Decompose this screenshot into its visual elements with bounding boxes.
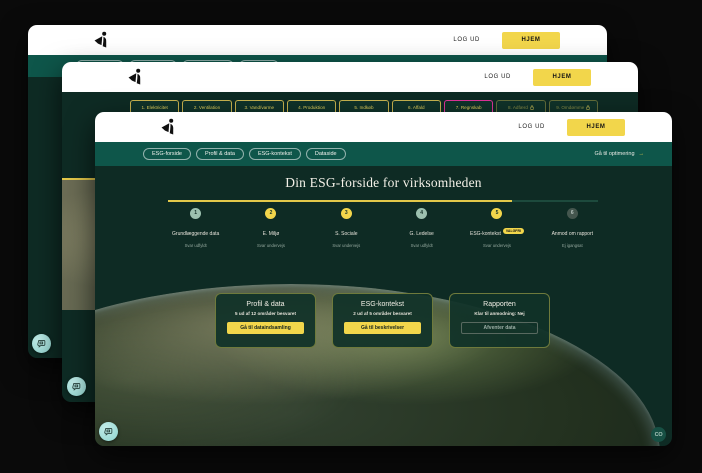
nav-pill-profil-data[interactable]: Profil & data <box>196 148 244 160</box>
stepper-step-6[interactable]: 6 Anmod om rapport Ej igangsat <box>535 208 610 248</box>
step-label: E. Miljø <box>263 231 280 237</box>
home-button[interactable]: HJEM <box>502 32 560 49</box>
chat-button[interactable] <box>99 422 118 441</box>
chat-button[interactable] <box>67 377 86 396</box>
app-header: LOG UD HJEM <box>95 112 672 142</box>
nav-pill-esg-forside[interactable]: ESG-forside <box>143 148 191 160</box>
card-profil-data: Profil & data 5 ud af 12 områder besvare… <box>215 293 316 348</box>
esg-stepper: 1 Grundlæggende data Svar udfyldt 2 E. M… <box>158 208 610 248</box>
step-status: Svar undervejs <box>233 243 308 248</box>
card-title: ESG-kontekst <box>333 301 432 308</box>
go-to-descriptions-button[interactable]: Gå til beskrivelser <box>344 322 421 334</box>
step-number-badge: 6 <box>567 208 578 219</box>
optimization-label: Gå til optimering <box>594 151 634 157</box>
progress-track <box>168 200 598 202</box>
step-number-badge: 2 <box>265 208 276 219</box>
chat-bubble-icon <box>104 427 113 436</box>
stepper-step-4[interactable]: 4 G. Ledelse Svar udfyldt <box>384 208 459 248</box>
chat-bubble-icon <box>72 382 81 391</box>
card-subtitle: 2 ud af 5 områder besvaret <box>333 311 432 316</box>
tab-label: 8. Adfærd <box>508 105 528 110</box>
lock-icon <box>586 105 590 110</box>
tab-label: 9. Omdømme <box>556 105 584 110</box>
step-number-badge: 5 <box>491 208 502 219</box>
optional-badge: VALGFRI <box>503 228 524 234</box>
brand-logo-icon <box>93 31 110 50</box>
esg-forside-content: Din ESG-forside for virksomheden 1 Grund… <box>95 166 672 446</box>
status-cards: Profil & data 5 ud af 12 områder besvare… <box>215 293 550 348</box>
page-title: Din ESG-forside for virksomheden <box>95 175 672 191</box>
card-subtitle: 5 ud af 12 områder besvaret <box>216 311 315 316</box>
step-number-badge: 4 <box>416 208 427 219</box>
app-header: LOG UD HJEM <box>28 25 607 55</box>
logout-link[interactable]: LOG UD <box>484 74 511 80</box>
logout-link[interactable]: LOG UD <box>453 37 480 43</box>
step-label: Grundlæggende data <box>172 231 219 237</box>
main-nav: ESG-forside Profil & data ESG-kontekst D… <box>95 142 672 166</box>
stepper-step-2[interactable]: 2 E. Miljø Svar undervejs <box>233 208 308 248</box>
window-front: LOG UD HJEM ESG-forside Profil & data ES… <box>95 112 672 446</box>
stepper-step-5[interactable]: 5 ESG-kontekstVALGFRI Svar undervejs <box>459 208 534 248</box>
card-esg-kontekst: ESG-kontekst 2 ud af 5 områder besvaret … <box>332 293 433 348</box>
step-status: Ej igangsat <box>535 243 610 248</box>
stepper-step-3[interactable]: 3 S. Sociale Svar undervejs <box>309 208 384 248</box>
co-widget-badge[interactable]: CO <box>651 427 666 442</box>
step-label: Anmod om rapport <box>552 231 593 237</box>
card-title: Rapporten <box>450 301 549 308</box>
step-number-badge: 3 <box>341 208 352 219</box>
app-header: LOG UD HJEM <box>62 62 638 92</box>
home-button[interactable]: HJEM <box>567 119 625 136</box>
nav-pill-esg-kontekst[interactable]: ESG-kontekst <box>249 148 301 160</box>
step-status: Svar udfyldt <box>384 243 459 248</box>
stepper-step-1[interactable]: 1 Grundlæggende data Svar udfyldt <box>158 208 233 248</box>
step-label: G. Ledelse <box>410 231 434 237</box>
home-button[interactable]: HJEM <box>533 69 591 86</box>
go-to-data-collection-button[interactable]: Gå til dataindsamling <box>227 322 304 334</box>
step-label: S. Sociale <box>335 231 358 237</box>
card-subtitle: Klar til anmodning: Nej <box>450 311 549 316</box>
chat-button[interactable] <box>32 334 51 353</box>
arrow-right-icon: → <box>639 151 645 157</box>
step-status: Svar udfyldt <box>158 243 233 248</box>
optimization-link[interactable]: Gå til optimering → <box>594 151 644 157</box>
lock-icon <box>530 105 534 110</box>
card-title: Profil & data <box>216 301 315 308</box>
progress-fill <box>168 200 512 202</box>
step-status: Svar undervejs <box>459 243 534 248</box>
logout-link[interactable]: LOG UD <box>518 124 545 130</box>
chat-bubble-icon <box>37 339 46 348</box>
brand-logo-icon <box>160 118 177 137</box>
nav-pill-dataside[interactable]: Dataside <box>306 148 346 160</box>
brand-logo-icon <box>127 68 144 87</box>
step-label: ESG-kontekst <box>470 231 501 237</box>
step-number-badge: 1 <box>190 208 201 219</box>
card-rapporten: Rapporten Klar til anmodning: Nej Afvent… <box>449 293 550 348</box>
desktop-stage: LOG UD HJEM ESG-forside Profil & data ES… <box>0 0 702 473</box>
step-status: Svar undervejs <box>309 243 384 248</box>
awaiting-data-button[interactable]: Afventer data <box>461 322 538 334</box>
